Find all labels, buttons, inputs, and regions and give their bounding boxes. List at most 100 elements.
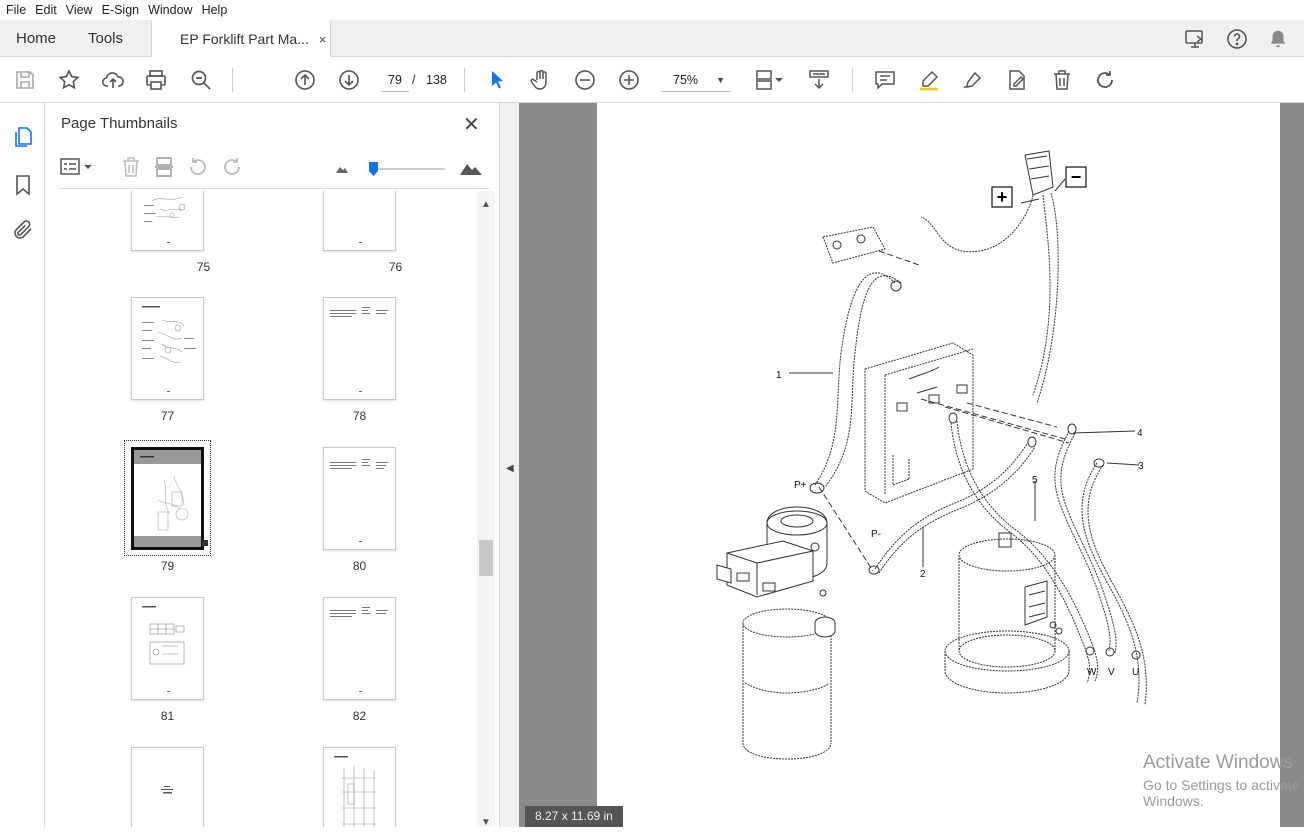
share-screen-icon[interactable] bbox=[1183, 27, 1207, 56]
terminal-p-plus: P+ bbox=[794, 480, 807, 491]
bookmark-star-icon[interactable] bbox=[56, 67, 82, 93]
thumbnail-page[interactable] bbox=[131, 747, 204, 827]
highlight-pen-icon[interactable] bbox=[916, 67, 942, 93]
rotate-redo-icon[interactable] bbox=[1092, 67, 1118, 93]
toolbar-divider bbox=[464, 68, 465, 92]
menu-bar: File Edit View E-Sign Window Help bbox=[0, 0, 1304, 20]
menu-window[interactable]: Window bbox=[144, 3, 196, 17]
minus-label: − bbox=[1071, 167, 1082, 187]
page-number-input[interactable]: 79 bbox=[381, 68, 409, 92]
page-thumbnails-panel: Page Thumbnails ✕ 75 76 77 78 79 80 81 8… bbox=[45, 103, 499, 828]
callout-5: 5 bbox=[1032, 475, 1038, 486]
scroll-mode-icon[interactable] bbox=[806, 67, 832, 93]
thumbnail-page[interactable] bbox=[131, 597, 204, 700]
thumbnail-page-selected[interactable] bbox=[131, 447, 208, 550]
fit-page-icon[interactable] bbox=[753, 67, 787, 93]
menu-help[interactable]: Help bbox=[198, 3, 232, 17]
thumbnail-page[interactable] bbox=[131, 191, 204, 251]
zoom-value: 75% bbox=[673, 73, 699, 87]
callout-2: 2 bbox=[920, 569, 926, 580]
insert-page-icon[interactable] bbox=[152, 155, 176, 184]
select-cursor-icon[interactable] bbox=[484, 67, 510, 93]
menu-edit[interactable]: Edit bbox=[31, 3, 61, 17]
thumbnail-large-icon bbox=[459, 158, 483, 181]
scroll-down-arrow-icon[interactable]: ▼ bbox=[481, 817, 491, 828]
thumbnail-small-icon bbox=[335, 161, 349, 179]
print-icon[interactable] bbox=[143, 67, 169, 93]
panel-toolbar bbox=[59, 149, 489, 189]
bookmarks-icon[interactable] bbox=[11, 173, 35, 197]
thumbnail-page[interactable] bbox=[323, 297, 396, 400]
delete-page-icon[interactable] bbox=[119, 155, 143, 184]
toolbar-divider bbox=[852, 68, 853, 92]
chevron-down-icon: ▼ bbox=[716, 75, 725, 85]
thumbnail-page[interactable] bbox=[323, 597, 396, 700]
zoom-select[interactable]: 75% ▼ bbox=[661, 68, 731, 92]
comment-icon[interactable] bbox=[872, 67, 898, 93]
scroll-up-arrow-icon[interactable]: ▲ bbox=[481, 199, 491, 210]
tab-document-label: EP Forklift Part Ma... bbox=[180, 31, 309, 47]
left-navigation-rail bbox=[0, 103, 45, 827]
thumbnails-scrollbar[interactable]: ▲ ▼ bbox=[477, 191, 495, 828]
terminal-v: V bbox=[1108, 667, 1115, 678]
menu-file[interactable]: File bbox=[0, 3, 30, 17]
battery-minus-symbol: − bbox=[1065, 166, 1087, 188]
thumbnail-label: 76 bbox=[388, 260, 403, 274]
thumbnail-label: 75 bbox=[196, 260, 211, 274]
tab-tools-label: Tools bbox=[88, 30, 124, 47]
page-total: 138 bbox=[426, 73, 447, 87]
thumbnail-page[interactable] bbox=[323, 747, 396, 827]
collapse-panel-arrow-icon[interactable]: ◀ bbox=[506, 463, 514, 474]
save-icon[interactable] bbox=[12, 67, 38, 93]
thumbnail-resize-handle[interactable] bbox=[202, 540, 208, 546]
next-page-icon[interactable] bbox=[336, 67, 362, 93]
thumbnail-page[interactable] bbox=[323, 191, 396, 251]
pdf-page: 1 4 3 5 2 P+ P- W V U + − bbox=[597, 103, 1280, 827]
rotate-right-icon[interactable] bbox=[220, 155, 244, 184]
tab-home[interactable]: Home bbox=[16, 20, 56, 57]
previous-page-icon[interactable] bbox=[292, 67, 318, 93]
delete-trash-icon[interactable] bbox=[1049, 67, 1075, 93]
sign-pen-icon[interactable] bbox=[960, 67, 986, 93]
tab-tools[interactable]: Tools bbox=[88, 20, 123, 57]
scrollbar-thumb[interactable] bbox=[479, 540, 493, 576]
menu-view[interactable]: View bbox=[62, 3, 97, 17]
thumbnail-label: 80 bbox=[352, 559, 367, 573]
zoom-in-icon[interactable] bbox=[616, 67, 642, 93]
thumbnail-label: 77 bbox=[160, 409, 175, 423]
callout-4: 4 bbox=[1137, 428, 1143, 439]
menu-esign[interactable]: E-Sign bbox=[98, 3, 144, 17]
forklift-wiring-diagram: 1 4 3 5 2 P+ P- W V U + − bbox=[716, 150, 1147, 760]
page-size-indicator: 8.27 x 11.69 in bbox=[525, 806, 623, 827]
thumbnail-page[interactable] bbox=[323, 447, 396, 550]
zoom-search-icon[interactable] bbox=[188, 67, 214, 93]
page-thumbnails-icon[interactable] bbox=[11, 125, 35, 149]
thumbnail-label: 81 bbox=[160, 709, 175, 723]
thumbnail-label: 79 bbox=[160, 559, 175, 573]
tab-document[interactable]: EP Forklift Part Ma... × bbox=[151, 20, 331, 58]
battery-plus-symbol: + bbox=[991, 186, 1013, 208]
watermark-title: Activate Windows bbox=[1143, 752, 1293, 773]
thumbnail-label: 82 bbox=[352, 709, 367, 723]
upload-cloud-icon[interactable] bbox=[100, 67, 126, 93]
thumbnail-list: 75 76 77 78 79 80 81 82 bbox=[45, 191, 477, 827]
thumbnail-page[interactable] bbox=[131, 297, 204, 400]
tab-home-label: Home bbox=[16, 30, 57, 47]
panel-title: Page Thumbnails bbox=[61, 115, 178, 132]
page-separator: / bbox=[412, 73, 416, 87]
zoom-out-icon[interactable] bbox=[572, 67, 598, 93]
slider-handle[interactable] bbox=[369, 162, 378, 176]
tab-bar: Home Tools EP Forklift Part Ma... × bbox=[0, 20, 1304, 58]
rotate-left-icon[interactable] bbox=[186, 155, 210, 184]
attachments-paperclip-icon[interactable] bbox=[11, 218, 35, 242]
panel-collapse-strip[interactable]: ◀ bbox=[499, 103, 519, 827]
panel-close-icon[interactable]: ✕ bbox=[463, 112, 480, 137]
thumbnail-options-icon[interactable] bbox=[59, 155, 95, 184]
terminal-u: U bbox=[1132, 667, 1139, 678]
notification-bell-icon[interactable] bbox=[1267, 28, 1289, 55]
help-icon[interactable] bbox=[1225, 27, 1249, 56]
tab-close-icon[interactable]: × bbox=[319, 32, 327, 47]
thumbnail-size-slider[interactable] bbox=[369, 162, 445, 176]
edit-document-icon[interactable] bbox=[1004, 67, 1030, 93]
hand-tool-icon[interactable] bbox=[528, 67, 554, 93]
